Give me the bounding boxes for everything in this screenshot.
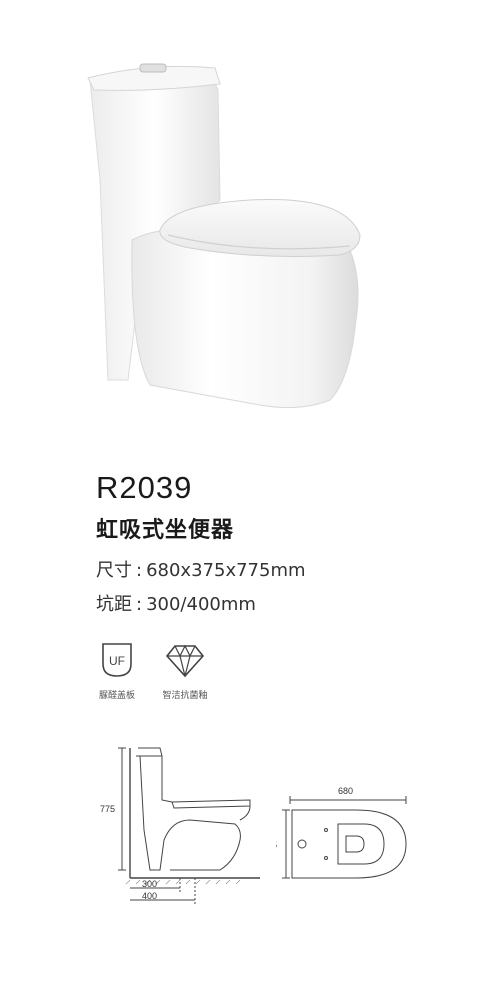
spec-rough-in-label: 坑距 — [96, 594, 132, 615]
spec-size-label: 尺寸 — [96, 560, 132, 581]
spec-separator: : — [136, 594, 143, 615]
toilet-product-photo — [87, 63, 361, 409]
diamond-glaze-icon — [165, 644, 205, 678]
side-height-label: 775 — [100, 804, 115, 814]
uf-icon-text: UF — [109, 654, 125, 668]
side-view-drawing: 775 300 400 — [100, 747, 260, 904]
top-view-drawing: 680 375 — [276, 786, 407, 879]
feature-antibacterial-glaze: 智洁抗菌釉 — [140, 640, 230, 701]
uf-seat-cover-icon: UF — [102, 643, 132, 677]
spec-size: 尺寸:680x375x775mm — [96, 556, 306, 582]
top-depth-label: 375 — [276, 840, 277, 850]
top-width-label: 680 — [338, 786, 353, 796]
spec-size-value: 680x375x775mm — [146, 560, 306, 581]
feature-caption: 智洁抗菌釉 — [162, 691, 208, 701]
spec-separator: : — [136, 560, 143, 581]
product-model: R2039 — [96, 470, 193, 505]
spec-rough-in: 坑距:300/400mm — [96, 590, 256, 616]
product-name: 虹吸式坐便器 — [96, 518, 235, 543]
side-rough-a-label: 300 — [142, 879, 157, 889]
side-rough-b-label: 400 — [142, 891, 157, 901]
spec-rough-in-value: 300/400mm — [146, 594, 256, 615]
